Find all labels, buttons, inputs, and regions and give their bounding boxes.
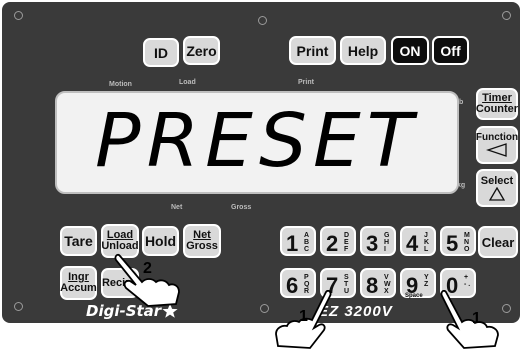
numpad-key-5-letters: M N O [464, 232, 470, 253]
left-triangle-icon [486, 143, 507, 157]
on-button[interactable]: ON [391, 36, 429, 65]
numpad-key-9[interactable]: 9 Y Z Space [400, 268, 436, 299]
print-button[interactable]: Print [289, 36, 336, 65]
hand-pointer-seven: 1 [268, 289, 334, 355]
motion-label: Motion [109, 81, 132, 88]
function-label: Function [475, 132, 519, 143]
numpad-key-3-digit: 3 [366, 231, 379, 256]
numpad-key-8[interactable]: 8 V W X [360, 268, 396, 298]
zero-button[interactable]: Zero [183, 36, 220, 65]
ingr-accum-button[interactable]: Ingr Accum [60, 266, 97, 300]
id-button[interactable]: ID [143, 38, 179, 67]
numpad-key-4-digit: 4 [406, 231, 419, 256]
numpad-key-2-digit: 2 [326, 231, 339, 256]
numpad-key-3[interactable]: 3 G H I [360, 226, 396, 256]
screw-top-center [258, 16, 267, 25]
callout-number-1b: 1 [472, 310, 481, 327]
numpad-key-5-digit: 5 [446, 231, 459, 256]
callout-number-1a: 1 [299, 308, 308, 325]
space-label: Space [405, 293, 423, 299]
screw-top-right [502, 11, 511, 20]
numpad-key-5[interactable]: 5 M N O [440, 226, 476, 256]
numpad-key-8-letters: V W X [384, 274, 391, 295]
callout-number-2: 2 [143, 260, 152, 277]
load-label: Load [179, 79, 196, 86]
up-triangle-icon [489, 186, 505, 201]
unload-key-label: Unload [101, 240, 139, 252]
net-label: Net [171, 204, 183, 211]
numpad-key-8-digit: 8 [366, 273, 379, 298]
numpad-key-0-letters: + - . [464, 274, 471, 288]
accum-key-label: Accum [60, 282, 97, 294]
lcd-display: PRESET [55, 91, 459, 194]
numpad-key-4[interactable]: 4 J K L [400, 226, 436, 256]
timer-counter-button[interactable]: Timer Counter [476, 88, 518, 120]
gross-key-label: Gross [186, 240, 218, 252]
display-readout: PRESET [94, 98, 420, 184]
off-button[interactable]: Off [432, 36, 469, 65]
numpad-key-4-letters: J K L [424, 232, 430, 253]
numpad-key-2[interactable]: 2 D E F [320, 226, 356, 256]
print-label: Print [298, 79, 314, 86]
hand-pointer-icon [440, 289, 499, 349]
net-gross-button[interactable]: Net Gross [183, 224, 221, 258]
select-button[interactable]: Select [476, 169, 518, 207]
numpad-key-1-digit: 1 [286, 231, 299, 256]
counter-label: Counter [475, 103, 519, 115]
help-button[interactable]: Help [340, 36, 386, 65]
numpad-key-9-letters: Y Z [424, 274, 429, 288]
numpad-key-3-letters: G H I [384, 232, 390, 253]
tare-button[interactable]: Tare [60, 226, 97, 256]
screw-bottom-right [502, 304, 511, 313]
numpad-key-7-letters: S T U [344, 274, 350, 295]
scale-indicator-panel: ID Zero Print Help ON Off Motion Load Pr… [2, 2, 520, 323]
numpad-key-2-letters: D E F [344, 232, 350, 253]
gross-label: Gross [231, 204, 252, 211]
clear-button[interactable]: Clear [478, 226, 518, 258]
function-button[interactable]: Function [476, 126, 518, 164]
screw-top-left [14, 11, 23, 20]
numpad-key-1-letters: A B C [304, 232, 310, 253]
hand-pointer-zero: 1 [440, 289, 502, 355]
numpad-key-1[interactable]: 1 A B C [280, 226, 316, 256]
select-label: Select [480, 174, 514, 187]
screw-bottom-left [14, 302, 23, 311]
hand-pointer-recipe: 2 [112, 252, 184, 315]
